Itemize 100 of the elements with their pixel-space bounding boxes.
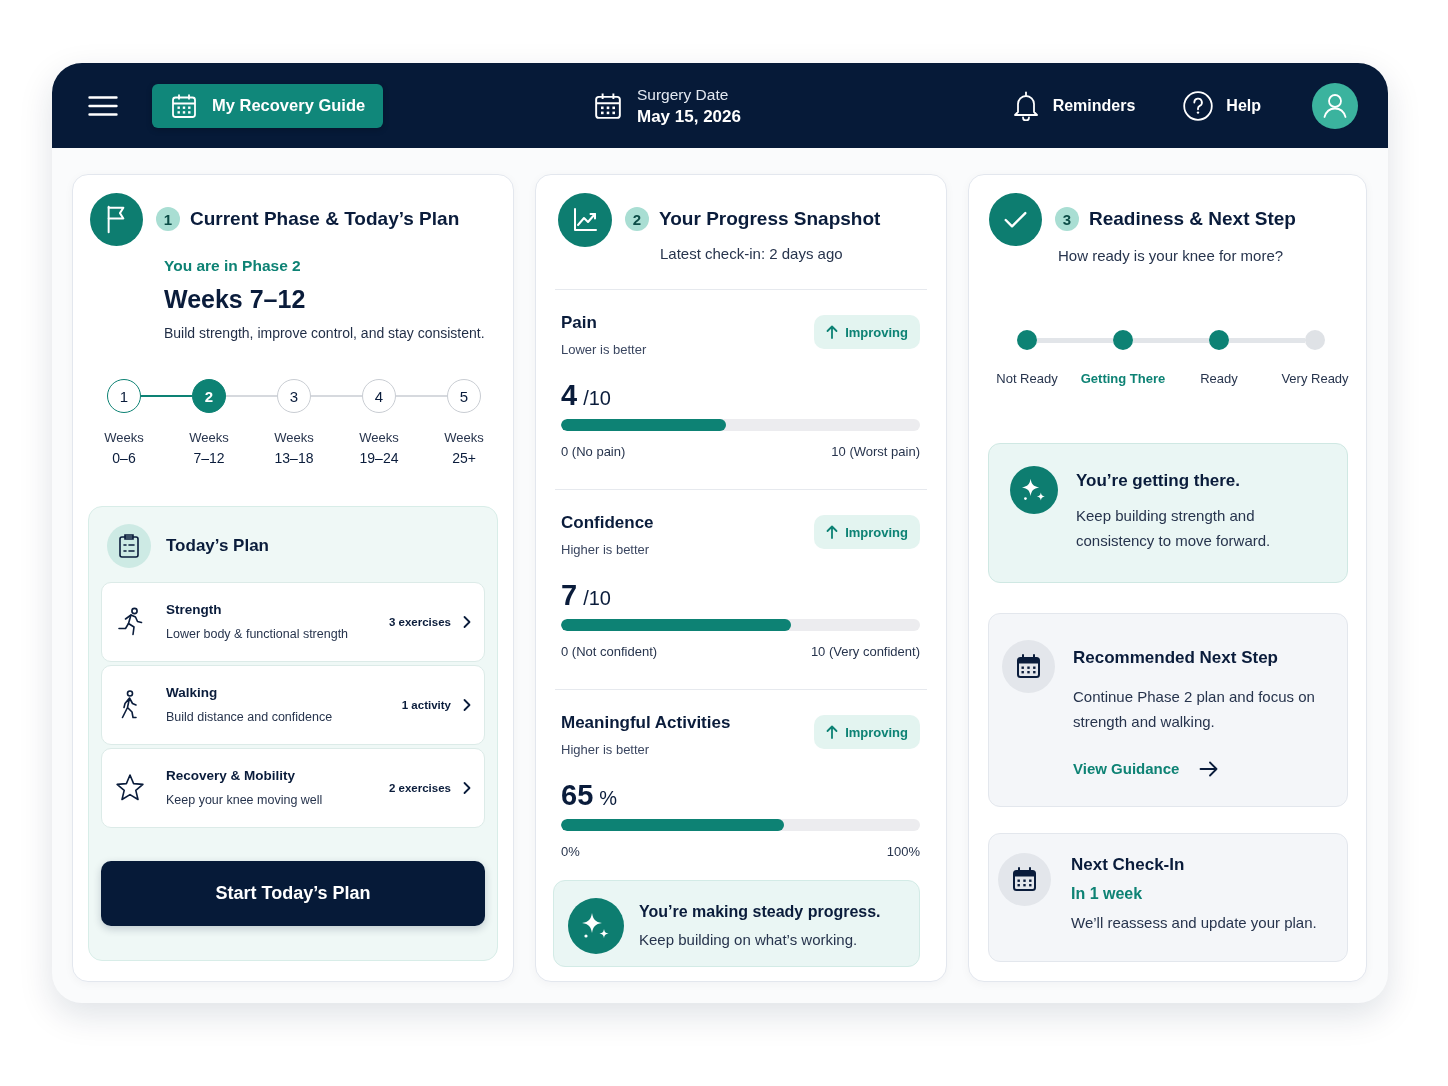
section-number: 2 xyxy=(625,207,649,231)
reminders-button[interactable]: Reminders xyxy=(1011,90,1136,121)
step-weeks-range: 7–12 xyxy=(193,449,225,468)
plan-item-title: Strength xyxy=(166,601,222,619)
surgery-date-value: May 15, 2026 xyxy=(637,105,741,128)
trend-label: Improving xyxy=(845,324,908,340)
sparkle-icon xyxy=(568,898,624,954)
arrow-up-icon xyxy=(826,725,839,739)
step-label: Weeks xyxy=(359,429,399,447)
callout-text: Keep building on what’s working. xyxy=(639,930,858,950)
phase-step-number: 4 xyxy=(362,379,396,413)
step-weeks-range: 13–18 xyxy=(274,449,314,468)
avatar-icon[interactable] xyxy=(1312,82,1358,129)
step-label: Weeks xyxy=(444,429,484,447)
metric-unit: /10 xyxy=(583,386,611,411)
callout-title: You’re getting there. xyxy=(1076,470,1241,492)
start-plan-button[interactable]: Start Today’s Plan xyxy=(101,861,485,926)
panel-title: Today’s Plan xyxy=(166,536,269,556)
metric-unit: % xyxy=(599,786,618,811)
plan-item[interactable]: Walking Build distance and confidence 1 activity xyxy=(101,665,485,745)
readiness-label: Getting There xyxy=(1080,370,1166,388)
metric-title: Confidence xyxy=(561,512,654,534)
metric-value: 4 xyxy=(561,378,578,412)
plan-item[interactable]: Recovery & Mobility Keep your knee moving well 2 exercises xyxy=(101,748,485,828)
arrow-up-icon xyxy=(826,525,839,539)
panel-title: Next Check-In xyxy=(1071,854,1185,876)
card-title: Current Phase & Today’s Plan xyxy=(190,208,460,230)
calendar-icon xyxy=(171,92,197,119)
plan-item-title: Walking xyxy=(166,684,218,702)
phase-step-number: 2 xyxy=(192,379,226,413)
step-label: Weeks xyxy=(274,429,314,447)
phase-description: Build strength, improve control, and stay consistent. xyxy=(164,324,485,342)
view-guidance-link[interactable]: View Guidance xyxy=(1073,758,1220,780)
arrow-up-icon xyxy=(826,325,839,339)
plan-item[interactable]: Strength Lower body & functional strength 3 exercises xyxy=(101,582,485,662)
card-subtitle: How ready is your knee for more? xyxy=(1058,246,1284,266)
flag-icon xyxy=(90,193,143,246)
plan-item-description: Lower body & functional strength xyxy=(166,626,349,643)
plan-item-count: 2 exercises xyxy=(388,782,451,794)
metric-hint: Lower is better xyxy=(561,341,647,359)
surgery-date-label: Surgery Date xyxy=(637,84,729,105)
arrow-right-icon xyxy=(1199,760,1220,778)
card-title: Your Progress Snapshot xyxy=(659,208,881,230)
step-connector xyxy=(226,395,277,397)
metric-unit: /10 xyxy=(583,586,611,611)
panel-title: Recommended Next Step xyxy=(1073,647,1278,669)
panel-text: We’ll reassess and update your plan. xyxy=(1071,913,1317,933)
trend-label: Improving xyxy=(845,524,908,540)
step-label: Weeks xyxy=(189,429,229,447)
plan-item-count: 1 activity xyxy=(401,699,451,711)
step-label: Weeks xyxy=(104,429,144,447)
help-icon xyxy=(1183,90,1214,121)
scale-min-label: 0% xyxy=(561,843,580,861)
callout-title: You’re making steady progress. xyxy=(639,902,881,922)
phase-step-number: 1 xyxy=(107,379,141,413)
scale-min-label: 0 (Not confident) xyxy=(561,643,658,661)
scale-min-label: 0 (No pain) xyxy=(561,443,626,461)
scale-max-label: 10 (Worst pain) xyxy=(831,443,920,461)
phase-weeks: Weeks 7–12 xyxy=(164,284,306,315)
chevron-right-icon xyxy=(462,698,472,712)
metric-value: 65 xyxy=(561,778,594,812)
phase-step-number: 3 xyxy=(277,379,311,413)
chevron-right-icon xyxy=(462,781,472,795)
scale-max-label: 10 (Very confident) xyxy=(810,643,920,661)
metric-value: 7 xyxy=(561,578,578,612)
calendar-icon xyxy=(1002,640,1055,693)
readiness-label: Not Ready xyxy=(996,370,1058,388)
section-number: 3 xyxy=(1055,207,1079,231)
step-weeks-range: 0–6 xyxy=(112,449,136,468)
card-subtitle: Latest check-in: 2 days ago xyxy=(660,245,843,263)
checkmark-icon xyxy=(989,193,1042,246)
panel-text: Continue Phase 2 plan and focus on strength and walking. xyxy=(1073,687,1316,732)
step-connector xyxy=(141,395,192,397)
plan-item-description: Keep your knee moving well xyxy=(166,792,323,809)
trend-label: Improving xyxy=(845,724,908,740)
metric-title: Pain xyxy=(561,312,597,334)
callout-text: Keep building strength and consistency to move forward. xyxy=(1076,506,1272,551)
calendar-icon xyxy=(998,853,1051,906)
line-chart-icon xyxy=(558,193,612,247)
phase-step-number: 5 xyxy=(447,379,481,413)
readiness-label: Very Ready xyxy=(1281,370,1349,388)
recovery-guide-button[interactable]: My Recovery Guide xyxy=(152,83,383,128)
step-weeks-range: 19–24 xyxy=(359,449,399,468)
plan-item-description: Build distance and confidence xyxy=(166,709,333,726)
plan-item-count: 3 exercises xyxy=(388,616,451,628)
step-connector xyxy=(311,395,362,397)
menu-icon[interactable] xyxy=(88,94,118,117)
sparkle-icon xyxy=(1010,466,1058,514)
chevron-right-icon xyxy=(462,615,472,629)
calendar-icon xyxy=(594,91,622,120)
section-number: 1 xyxy=(156,207,180,231)
metric-title: Meaningful Activities xyxy=(561,712,731,734)
clipboard-list-icon xyxy=(107,524,151,568)
metric-hint: Higher is better xyxy=(561,541,650,559)
step-weeks-range: 25+ xyxy=(452,449,476,468)
help-button[interactable]: Help xyxy=(1183,90,1261,121)
readiness-label: Ready xyxy=(1200,370,1238,388)
phase-label: You are in Phase 2 xyxy=(164,256,301,276)
card-title: Readiness & Next Step xyxy=(1089,208,1296,230)
check-in-time: In 1 week xyxy=(1071,884,1143,904)
